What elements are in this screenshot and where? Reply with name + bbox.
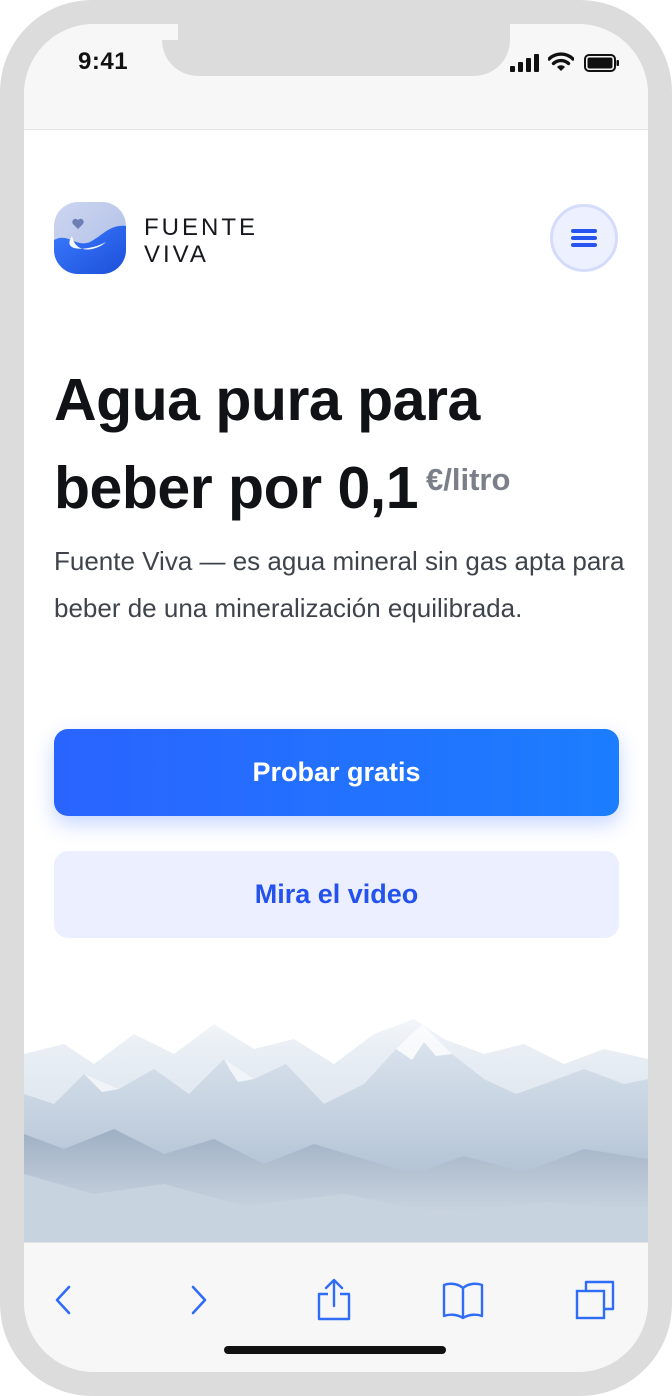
headline-line1: Agua pura para [54,367,480,433]
hamburger-menu-icon [571,229,597,247]
hero-headline: Agua pura para beber por 0,1 €/litro [54,360,634,528]
wifi-icon [548,52,574,71]
price-unit: €/litro [426,462,511,497]
watch-video-button[interactable]: Mira el video [54,851,619,938]
home-indicator [224,1346,446,1354]
fuente-viva-logo-icon [54,202,126,274]
mountains-illustration [24,944,648,1244]
try-free-button[interactable]: Probar gratis [54,729,619,816]
bookmarks-icon[interactable] [438,1275,488,1325]
tabs-icon[interactable] [570,1275,620,1325]
headline-line2: beber por 0,1 [54,455,419,521]
hero-description: Fuente Viva — es agua mineral sin gas ap… [54,546,625,623]
brand-name-line1: FUENTE [144,214,258,241]
share-icon[interactable] [309,1275,359,1325]
battery-icon [584,54,619,72]
menu-button[interactable] [550,204,618,272]
status-time: 9:41 [78,48,129,75]
brand-name: FUENTE VIVA [144,214,258,268]
back-icon[interactable] [38,1275,88,1325]
device-notch [162,24,510,76]
cellular-signal-icon [510,54,540,72]
forward-icon[interactable] [174,1275,224,1325]
phone-screen: 9:41 FUENTE VIVA Agua pura para beber po… [24,24,648,1372]
status-bar: 9:41 [24,24,648,130]
brand-name-line2: VIVA [144,241,209,268]
